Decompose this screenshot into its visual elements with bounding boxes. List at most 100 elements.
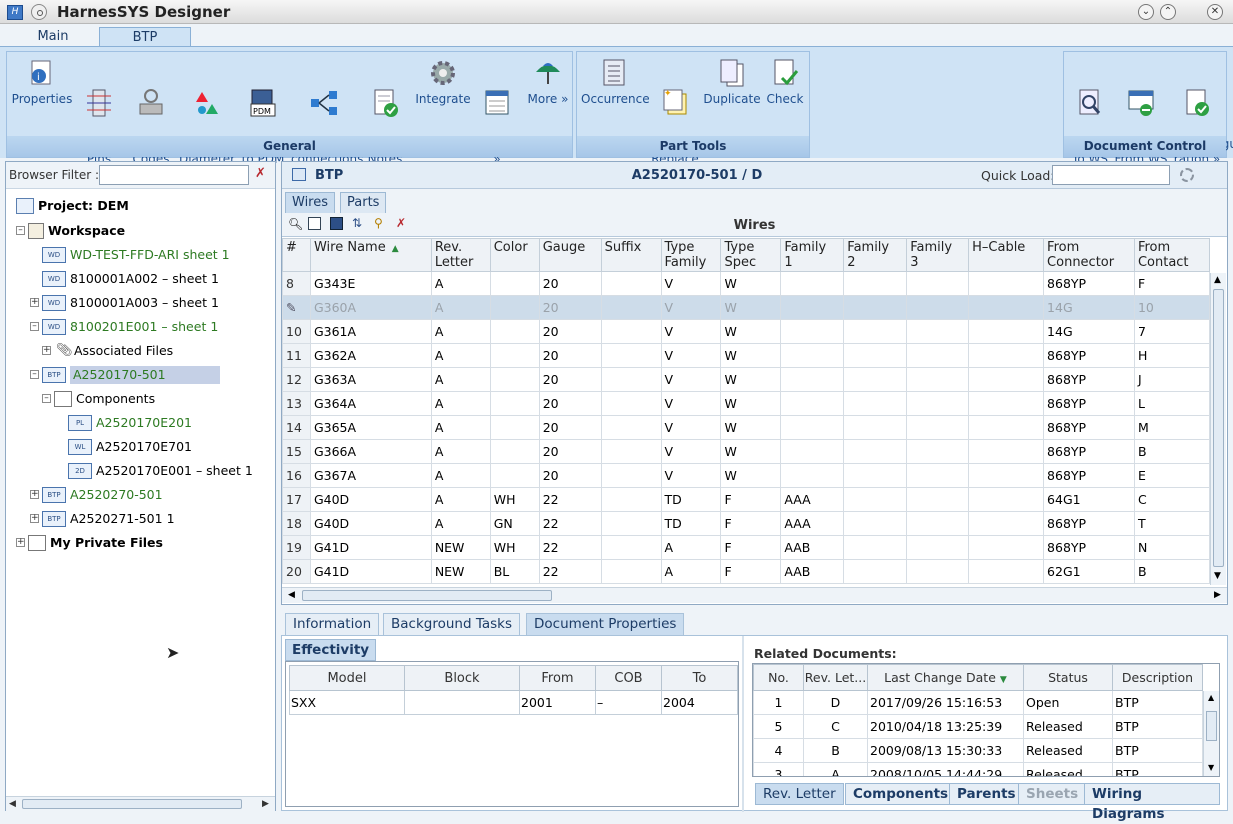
- table-cell[interactable]: [600, 439, 662, 464]
- tab-effectivity[interactable]: Effectivity: [285, 639, 377, 661]
- table-cell[interactable]: V: [660, 319, 722, 344]
- expand-icon[interactable]: +: [30, 490, 39, 499]
- table-cell[interactable]: [600, 487, 662, 512]
- table-cell[interactable]: F: [720, 535, 782, 560]
- table-cell[interactable]: V: [660, 439, 722, 464]
- table-cell[interactable]: G41D: [309, 559, 432, 584]
- table-cell[interactable]: W: [720, 367, 782, 392]
- table-cell[interactable]: A: [430, 295, 491, 320]
- table-cell[interactable]: BTP: [1112, 714, 1203, 739]
- tab-document-properties[interactable]: Document Properties: [526, 613, 685, 635]
- column-header[interactable]: From: [519, 665, 596, 691]
- column-header[interactable]: From Contact: [1133, 238, 1210, 272]
- tree-item-a2520271-501[interactable]: BTP A2520271-501 1: [42, 509, 175, 529]
- tab-sheets[interactable]: Sheets: [1018, 783, 1087, 805]
- tree-item-associated-files[interactable]: 📎︎ Associated Files: [56, 341, 173, 361]
- table-cell[interactable]: [843, 415, 908, 440]
- table-cell[interactable]: [489, 415, 540, 440]
- column-header[interactable]: Type Spec: [720, 238, 782, 272]
- browser-horizontal-scrollbar[interactable]: ◀ ▶: [6, 796, 275, 811]
- table-cell[interactable]: G363A: [309, 367, 432, 392]
- wire-row[interactable]: ✎ G360A A 20 V W 14G 10: [282, 295, 1210, 320]
- scroll-left-icon[interactable]: ◀: [288, 590, 295, 600]
- occurrence-button[interactable]: Occurrence: [581, 58, 650, 107]
- table-cell[interactable]: 10: [1133, 295, 1210, 320]
- column-header[interactable]: To: [661, 665, 738, 691]
- table-cell[interactable]: Released: [1023, 762, 1113, 776]
- table-cell[interactable]: [843, 535, 908, 560]
- tree-item-components[interactable]: Components: [54, 389, 155, 409]
- table-cell[interactable]: [906, 295, 970, 320]
- table-cell[interactable]: 5: [753, 714, 804, 739]
- tab-wiring-diagrams[interactable]: Wiring Diagrams: [1084, 783, 1220, 822]
- table-cell[interactable]: [906, 559, 970, 584]
- table-cell[interactable]: G343E: [309, 271, 432, 296]
- expand-icon[interactable]: +: [30, 514, 39, 523]
- clear-filter-icon[interactable]: ✗: [255, 167, 269, 181]
- table-cell[interactable]: [906, 415, 970, 440]
- table-cell[interactable]: 868YP: [1043, 535, 1135, 560]
- table-cell[interactable]: V: [660, 295, 722, 320]
- table-cell[interactable]: [968, 343, 1045, 368]
- table-cell[interactable]: A: [430, 487, 491, 512]
- column-header[interactable]: #: [282, 238, 311, 272]
- column-header[interactable]: Description: [1112, 664, 1203, 691]
- table-cell[interactable]: A: [430, 367, 491, 392]
- browser-filter-input[interactable]: [99, 165, 249, 185]
- table-cell[interactable]: 16: [282, 463, 311, 488]
- table-cell[interactable]: B: [1133, 439, 1210, 464]
- properties-button[interactable]: i Properties: [11, 58, 73, 107]
- column-header[interactable]: Rev. Let...: [803, 664, 868, 691]
- table-cell[interactable]: [843, 391, 908, 416]
- table-cell[interactable]: [906, 367, 970, 392]
- tree-item-a2520170e201[interactable]: PL A2520170E201: [68, 413, 192, 433]
- table-cell[interactable]: J: [1133, 367, 1210, 392]
- table-cell[interactable]: [600, 415, 662, 440]
- scroll-thumb[interactable]: [22, 799, 242, 809]
- table-cell[interactable]: 4: [753, 738, 804, 763]
- table-cell[interactable]: D: [803, 690, 868, 715]
- table-cell[interactable]: [906, 271, 970, 296]
- wire-row[interactable]: 11 G362A A 20 V W 868YP H: [282, 343, 1210, 368]
- table-cell[interactable]: –: [595, 690, 662, 715]
- table-cell[interactable]: [968, 535, 1045, 560]
- table-cell[interactable]: T: [1133, 511, 1210, 536]
- tab-rev-letter[interactable]: Rev. Letter: [755, 783, 844, 805]
- table-cell[interactable]: [843, 343, 908, 368]
- table-cell[interactable]: 20: [538, 271, 602, 296]
- table-cell[interactable]: TD: [660, 487, 722, 512]
- table-cell[interactable]: [968, 295, 1045, 320]
- related-document-row[interactable]: 5 C 2010/04/18 13:25:39 Released BTP: [753, 714, 1203, 739]
- tree-item-8100201e001[interactable]: WD 8100201E001 – sheet 1: [42, 317, 218, 337]
- table-cell[interactable]: G364A: [309, 391, 432, 416]
- table-cell[interactable]: 15: [282, 439, 311, 464]
- table-cell[interactable]: V: [660, 367, 722, 392]
- column-header[interactable]: Wire Name ▲: [309, 238, 432, 272]
- table-cell[interactable]: NEW: [430, 535, 491, 560]
- table-cell[interactable]: G360A: [309, 295, 432, 320]
- table-cell[interactable]: WH: [489, 535, 540, 560]
- table-cell[interactable]: A: [430, 439, 491, 464]
- table-cell[interactable]: 18: [282, 511, 311, 536]
- table-cell[interactable]: AAB: [780, 535, 845, 560]
- table-cell[interactable]: BTP: [1112, 690, 1203, 715]
- table-cell[interactable]: 20: [538, 415, 602, 440]
- scroll-thumb[interactable]: [1213, 289, 1224, 567]
- table-cell[interactable]: 22: [538, 559, 602, 584]
- tab-background-tasks[interactable]: Background Tasks: [383, 613, 520, 635]
- integrate-button[interactable]: Integrate: [413, 58, 473, 107]
- table-cell[interactable]: B: [803, 738, 868, 763]
- table-cell[interactable]: 12: [282, 367, 311, 392]
- table-cell[interactable]: C: [1133, 487, 1210, 512]
- table-cell[interactable]: 22: [538, 487, 602, 512]
- table-cell[interactable]: A: [430, 511, 491, 536]
- table-cell[interactable]: 868YP: [1043, 463, 1135, 488]
- table-cell[interactable]: [843, 367, 908, 392]
- table-cell[interactable]: Released: [1023, 714, 1113, 739]
- table-cell[interactable]: 8: [282, 271, 311, 296]
- table-cell[interactable]: 14G: [1043, 295, 1135, 320]
- tab-information[interactable]: Information: [285, 613, 380, 635]
- wire-row[interactable]: 16 G367A A 20 V W 868YP E: [282, 463, 1210, 488]
- table-cell[interactable]: A: [430, 391, 491, 416]
- scroll-down-icon[interactable]: ▼: [1214, 571, 1221, 581]
